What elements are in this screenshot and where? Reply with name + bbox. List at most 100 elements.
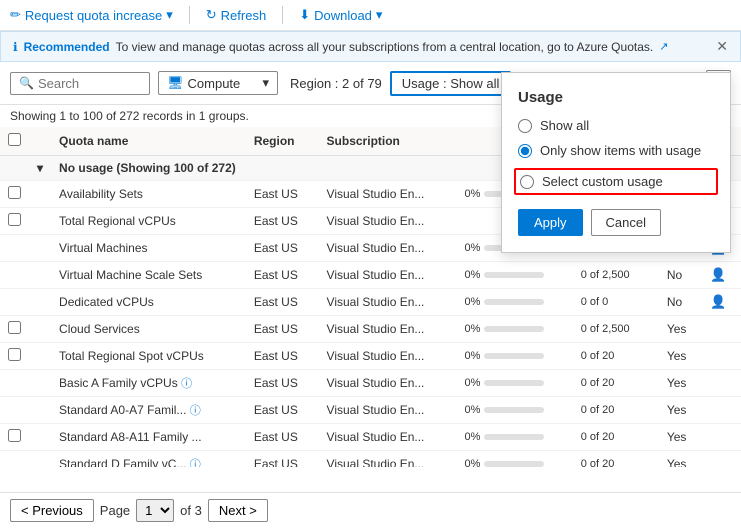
row-subscription-cell: Visual Studio En... (319, 235, 457, 262)
monitor-icon: 🖥 (167, 75, 184, 91)
apply-button[interactable]: Apply (518, 209, 583, 236)
request-quota-button[interactable]: ✏ Request quota increase ▾ (10, 7, 173, 23)
row-name-cell: Dedicated vCPUs (51, 289, 246, 316)
quota-name-col[interactable]: Quota name (51, 127, 246, 156)
separator2 (282, 6, 283, 24)
info-circle-icon[interactable]: ⓘ (190, 405, 201, 417)
select-all-col[interactable] (0, 127, 29, 156)
row-usage-pct-cell: 0% (457, 316, 573, 343)
user-icon[interactable]: 👤 (710, 294, 726, 309)
row-adjust-cell: Yes (659, 370, 702, 397)
row-name-cell: Virtual Machine Scale Sets (51, 262, 246, 289)
show-all-option[interactable]: Show all (518, 118, 714, 133)
compute-dropdown[interactable]: 🖥 Compute ▾ (158, 71, 278, 95)
usage-show-all-button[interactable]: Usage : Show all (390, 71, 512, 96)
previous-button[interactable]: < Previous (10, 499, 94, 522)
refresh-button[interactable]: ↻ Refresh (206, 7, 266, 23)
row-check-cell[interactable] (0, 262, 29, 289)
row-checkbox[interactable] (8, 348, 21, 361)
page-select[interactable]: 1 2 3 (136, 499, 174, 522)
close-banner-button[interactable]: ✕ (716, 38, 728, 55)
info-icon: ℹ (13, 40, 18, 54)
row-subscription-cell: Visual Studio En... (319, 451, 457, 468)
cancel-button[interactable]: Cancel (591, 209, 661, 236)
usage-dropdown-popup: Usage Show all Only show items with usag… (501, 72, 731, 253)
chevron-down-icon: ▾ (166, 7, 173, 23)
row-region-cell: East US (246, 370, 319, 397)
search-box[interactable]: 🔍 (10, 72, 150, 95)
select-custom-option[interactable]: Select custom usage (520, 174, 663, 189)
row-region-cell: East US (246, 343, 319, 370)
row-checkbox[interactable] (8, 213, 21, 226)
row-name-cell: Standard A0-A7 Famil... ⓘ (51, 397, 246, 424)
table-row: Standard D Family vC... ⓘ East US Visual… (0, 451, 741, 468)
group-chevron-cell[interactable]: ▾ (29, 156, 51, 181)
expand-col (29, 127, 51, 156)
radio-group: Show all Only show items with usage Sele… (518, 118, 714, 195)
table-row: Virtual Machine Scale Sets East US Visua… (0, 262, 741, 289)
row-subscription-cell: Visual Studio En... (319, 397, 457, 424)
row-action-cell[interactable] (702, 343, 741, 370)
table-row: Standard A8-A11 Family ... East US Visua… (0, 424, 741, 451)
search-input[interactable] (38, 76, 138, 91)
of-label: of 3 (180, 503, 202, 518)
popup-actions: Apply Cancel (518, 209, 714, 236)
row-check-cell[interactable] (0, 343, 29, 370)
row-expand-cell (29, 451, 51, 468)
row-check-cell[interactable] (0, 424, 29, 451)
row-action-cell[interactable]: 👤 (702, 289, 741, 316)
row-check-cell[interactable] (0, 370, 29, 397)
row-expand-cell (29, 262, 51, 289)
only-usage-option[interactable]: Only show items with usage (518, 143, 714, 158)
row-check-cell[interactable] (0, 316, 29, 343)
row-check-cell[interactable] (0, 397, 29, 424)
show-all-radio[interactable] (518, 119, 532, 133)
table-row: Basic A Family vCPUs ⓘ East US Visual St… (0, 370, 741, 397)
row-expand-cell (29, 181, 51, 208)
row-check-cell[interactable] (0, 451, 29, 468)
row-check-cell[interactable] (0, 181, 29, 208)
row-subscription-cell: Visual Studio En... (319, 181, 457, 208)
row-action-cell[interactable] (702, 451, 741, 468)
select-custom-radio[interactable] (520, 175, 534, 189)
row-expand-cell (29, 343, 51, 370)
row-usage-val-cell: 0 of 20 (573, 343, 659, 370)
table-row: Dedicated vCPUs East US Visual Studio En… (0, 289, 741, 316)
row-action-cell[interactable] (702, 397, 741, 424)
row-usage-val-cell: 0 of 20 (573, 397, 659, 424)
row-name-cell: Standard D Family vC... ⓘ (51, 451, 246, 468)
row-subscription-cell: Visual Studio En... (319, 316, 457, 343)
group-check-cell (0, 156, 29, 181)
row-checkbox[interactable] (8, 321, 21, 334)
row-usage-val-cell: 0 of 2,500 (573, 262, 659, 289)
row-check-cell[interactable] (0, 289, 29, 316)
row-check-cell[interactable] (0, 208, 29, 235)
select-all-checkbox[interactable] (8, 133, 21, 146)
only-usage-radio[interactable] (518, 144, 532, 158)
user-icon[interactable]: 👤 (710, 267, 726, 282)
row-action-cell[interactable] (702, 370, 741, 397)
row-adjust-cell: Yes (659, 397, 702, 424)
row-checkbox[interactable] (8, 186, 21, 199)
row-action-cell[interactable] (702, 316, 741, 343)
row-checkbox[interactable] (8, 429, 21, 442)
row-action-cell[interactable]: 👤 (702, 262, 741, 289)
row-usage-pct-cell: 0% (457, 289, 573, 316)
row-usage-pct-cell: 0% (457, 262, 573, 289)
row-region-cell: East US (246, 316, 319, 343)
row-check-cell[interactable] (0, 235, 29, 262)
row-name-cell: Basic A Family vCPUs ⓘ (51, 370, 246, 397)
row-region-cell: East US (246, 262, 319, 289)
next-button[interactable]: Next > (208, 499, 268, 522)
row-subscription-cell: Visual Studio En... (319, 289, 457, 316)
info-circle-icon[interactable]: ⓘ (190, 459, 201, 467)
row-expand-cell (29, 316, 51, 343)
info-circle-icon[interactable]: ⓘ (181, 378, 192, 390)
subscription-col[interactable]: Subscription (319, 127, 457, 156)
row-action-cell[interactable] (702, 424, 741, 451)
download-button[interactable]: ⬇ Download ▾ (299, 7, 382, 23)
region-col[interactable]: Region (246, 127, 319, 156)
row-region-cell: East US (246, 235, 319, 262)
edit-icon: ✏ (10, 7, 21, 23)
row-region-cell: East US (246, 289, 319, 316)
